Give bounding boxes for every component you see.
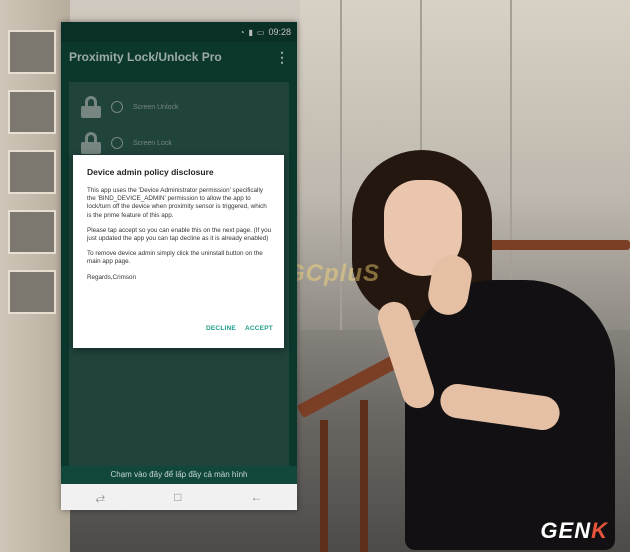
railing-post bbox=[320, 420, 328, 552]
nav-bar: ⥄ □ ← bbox=[61, 484, 297, 510]
dialog-paragraph: Regards,Crimson bbox=[87, 273, 136, 281]
fill-screen-hint[interactable]: Chạm vào đây để lấp đầy cả màn hình bbox=[61, 466, 297, 484]
building-window bbox=[8, 30, 56, 74]
dialog-paragraph: To remove device admin simply click the … bbox=[87, 250, 263, 266]
genk-logo-accent: K bbox=[591, 518, 608, 543]
dialog-paragraph: This app uses the 'Device Administrator … bbox=[87, 187, 267, 219]
dialog-body: This app uses the 'Device Administrator … bbox=[87, 187, 273, 289]
building-window bbox=[8, 270, 56, 314]
building-window bbox=[8, 90, 56, 134]
admin-disclosure-dialog: Device admin policy disclosure This app … bbox=[73, 155, 284, 348]
building-window bbox=[8, 150, 56, 194]
home-icon[interactable]: □ bbox=[174, 490, 181, 504]
accept-button[interactable]: ACCEPT bbox=[245, 325, 273, 332]
back-icon[interactable]: ← bbox=[250, 490, 262, 504]
genk-logo: GENK bbox=[540, 518, 608, 544]
building-window bbox=[8, 210, 56, 254]
left-building bbox=[0, 0, 70, 552]
center-watermark: GCpluS bbox=[286, 260, 380, 287]
railing bbox=[485, 240, 630, 250]
dialog-paragraph: Please tap accept so you can enable this… bbox=[87, 226, 272, 243]
dialog-title: Device admin policy disclosure bbox=[87, 167, 214, 177]
genk-logo-main: GEN bbox=[540, 518, 592, 543]
recents-icon[interactable]: ⥄ bbox=[96, 490, 106, 505]
decline-button[interactable]: DECLINE bbox=[206, 325, 236, 332]
railing-post bbox=[360, 400, 368, 552]
